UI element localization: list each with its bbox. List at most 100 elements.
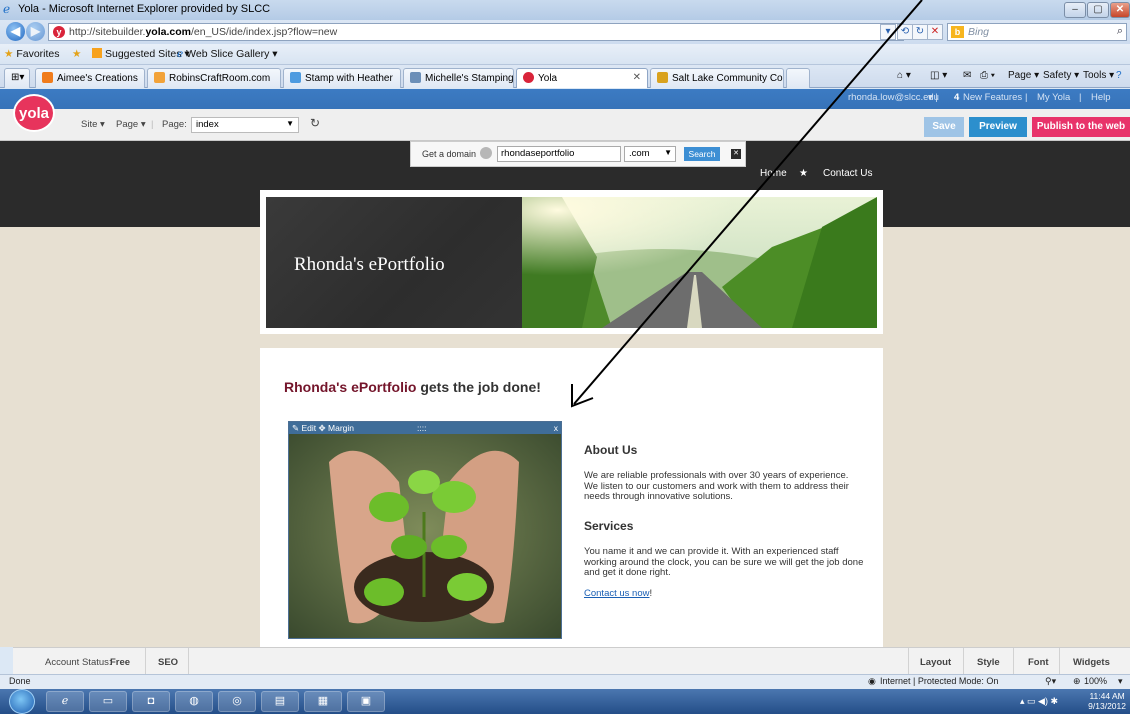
bing-icon: b — [951, 26, 964, 38]
new-features-count[interactable]: 4 — [954, 92, 959, 103]
yola-favicon: y — [53, 26, 65, 38]
editor-bottom-bar: Account Status: Free SEO Layout Style Fo… — [13, 647, 1130, 675]
tab-aimees-creations[interactable]: Aimee's Creations — [35, 68, 145, 88]
search-placeholder: Bing — [968, 26, 990, 38]
help-icon[interactable]: ? — [1116, 70, 1122, 81]
about-heading[interactable]: About Us — [584, 443, 637, 457]
quick-tabs-button[interactable]: ⊞▾ — [4, 68, 30, 88]
account-status-value: Free — [110, 657, 131, 668]
publish-button[interactable]: Publish to the web — [1032, 117, 1130, 137]
seo-button[interactable]: SEO — [158, 657, 178, 668]
separator — [1059, 648, 1060, 675]
chrome-taskbar-icon[interactable]: ◎ — [218, 691, 256, 712]
windows-taskbar: ℯ ▭ ◘ ◍ ◎ ▤ ▦ ▣ ▴ ▭ ◀) ✱ 11:44 AM 9/13/20… — [0, 689, 1130, 714]
edit-icon[interactable]: ✎ — [292, 423, 299, 433]
page-menu-yola[interactable]: Page ▾ — [116, 119, 146, 130]
powerpoint-taskbar-icon[interactable]: ▣ — [347, 691, 385, 712]
page-select[interactable]: index ▼ — [191, 117, 299, 133]
separator — [1013, 648, 1014, 675]
content-heading[interactable]: Rhonda's ePortfolio gets the job done! — [284, 379, 541, 395]
image-margin-button[interactable]: Margin — [328, 423, 354, 433]
address-url: http://sitebuilder.yola.com/en_US/ide/in… — [69, 26, 338, 38]
new-features-link[interactable]: New Features — [963, 92, 1022, 103]
taskbar-clock[interactable]: 11:44 AM 9/13/2012 — [1088, 691, 1126, 711]
security-zone[interactable]: Internet | Protected Mode: On — [880, 676, 998, 686]
remove-widget-icon[interactable]: x — [554, 422, 558, 434]
image-widget-toolbar: ✎ Edit ✥ Margin :::: x — [289, 422, 561, 434]
firefox-taskbar-icon[interactable]: ◍ — [175, 691, 213, 712]
add-favorites-icon[interactable]: ★ — [72, 48, 81, 60]
image-widget[interactable]: ✎ Edit ✥ Margin :::: x — [288, 421, 562, 639]
start-button[interactable] — [9, 689, 35, 714]
annotation-arrow — [571, 0, 923, 408]
zoom-level[interactable]: 100% — [1084, 676, 1107, 686]
layout-button[interactable]: Layout — [920, 657, 951, 668]
help-link[interactable]: Help — [1091, 92, 1111, 103]
zoom-icon: ⊕ — [1073, 676, 1081, 686]
preview-button[interactable]: Preview — [969, 117, 1027, 137]
protected-mode-icon[interactable]: ⚲▾ — [1045, 676, 1056, 687]
page-label: Page: — [162, 119, 187, 130]
contact-line: Contact us now! — [584, 588, 653, 599]
files-taskbar-icon[interactable]: ▤ — [261, 691, 299, 712]
yola-logo[interactable]: yola — [13, 94, 55, 132]
status-text: Done — [9, 676, 31, 686]
font-button[interactable]: Font — [1028, 657, 1049, 668]
separator: | — [1025, 92, 1028, 103]
separator — [188, 648, 189, 675]
close-window-button[interactable]: ✕ — [1110, 2, 1130, 18]
tab-robinscraftroom[interactable]: RobinsCraftRoom.com — [147, 68, 281, 88]
about-text[interactable]: We are reliable professionals with over … — [584, 470, 864, 503]
print-icon[interactable]: ⎙ ▾ — [980, 70, 995, 81]
publisher-taskbar-icon[interactable]: ▦ — [304, 691, 342, 712]
tab-favicon — [410, 72, 421, 83]
globe-icon — [480, 147, 492, 159]
search-icon[interactable]: ⌕ — [1117, 25, 1123, 38]
image-edit-button[interactable]: Edit — [302, 423, 317, 433]
back-button[interactable]: ◀ — [6, 22, 25, 41]
ie-taskbar-icon[interactable]: ℯ — [46, 691, 84, 712]
separator — [145, 648, 146, 675]
move-icon[interactable]: ✥ — [319, 423, 326, 433]
window-title: Yola - Microsoft Internet Explorer provi… — [18, 3, 271, 15]
clock-time: 11:44 AM — [1089, 691, 1125, 701]
account-status-label: Account Status: — [45, 657, 112, 668]
clock-date: 9/13/2012 — [1088, 701, 1126, 711]
my-yola-link[interactable]: My Yola — [1037, 92, 1070, 103]
favorites-button[interactable]: ★ Favorites — [4, 48, 60, 60]
mail-icon[interactable]: ✉ — [963, 70, 971, 81]
services-text[interactable]: You name it and we can provide it. With … — [584, 546, 864, 579]
separator: | — [151, 119, 154, 130]
folder-taskbar-icon[interactable]: ▭ — [89, 691, 127, 712]
zoom-dropdown-icon[interactable]: ▾ — [1118, 676, 1123, 687]
web-slice-gallery-link[interactable]: ℯ Web Slice Gallery ▾ — [177, 48, 278, 60]
drag-handle[interactable]: :::: — [417, 422, 426, 434]
tab-favicon — [290, 72, 301, 83]
tab-favicon — [523, 72, 534, 83]
suggested-sites-link[interactable]: Suggested Sites ▾ — [92, 48, 190, 60]
ie-icon: ℯ — [3, 2, 11, 16]
banner-title: Rhonda's ePortfolio — [294, 254, 445, 275]
page-menu[interactable]: Page ▾ — [1008, 70, 1039, 81]
ie-icon: ℯ — [177, 48, 184, 60]
tab-favicon — [154, 72, 165, 83]
site-menu[interactable]: Site ▾ — [81, 119, 105, 130]
plant-in-hands-image — [289, 422, 561, 638]
separator — [908, 648, 909, 675]
search-box[interactable]: b Bing ⌕ — [947, 23, 1127, 41]
style-button[interactable]: Style — [977, 657, 1000, 668]
minimize-button[interactable]: – — [1064, 2, 1086, 18]
widgets-button[interactable]: Widgets — [1073, 657, 1110, 668]
forward-button[interactable]: ▶ — [26, 22, 45, 41]
tab-stamp-with-heather[interactable]: Stamp with Heather — [283, 68, 401, 88]
maximize-button[interactable]: ▢ — [1087, 2, 1109, 18]
chevron-down-icon: ▼ — [286, 119, 294, 128]
tab-michelles-stamping-blog[interactable]: Michelle's Stamping Blog — [403, 68, 514, 88]
tools-menu[interactable]: Tools ▾ — [1083, 70, 1114, 81]
system-tray-icons[interactable]: ▴ ▭ ◀) ✱ — [1020, 696, 1058, 707]
contact-us-link[interactable]: Contact us now — [584, 588, 649, 599]
safety-menu[interactable]: Safety ▾ — [1043, 70, 1079, 81]
outlook-taskbar-icon[interactable]: ◘ — [132, 691, 170, 712]
refresh-page-icon[interactable]: ↻ — [310, 116, 320, 130]
services-heading[interactable]: Services — [584, 519, 633, 533]
